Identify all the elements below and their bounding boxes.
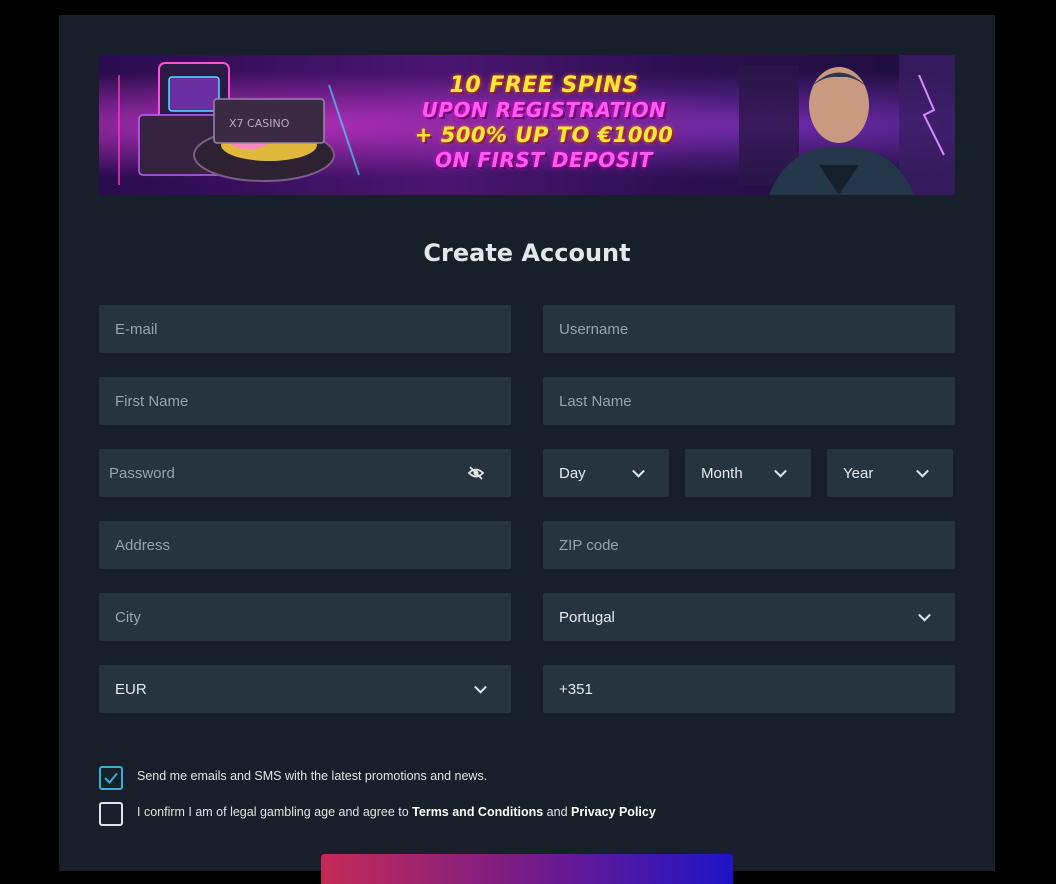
email-field[interactable]: E-mail xyxy=(99,305,511,353)
terms-middle: and xyxy=(543,805,572,819)
address-field[interactable]: Address xyxy=(99,521,511,569)
city-field[interactable]: City xyxy=(99,593,511,641)
last-name-field[interactable]: Last Name xyxy=(543,377,955,425)
chevron-down-icon xyxy=(916,464,929,478)
last-name-placeholder: Last Name xyxy=(559,392,632,410)
dob-month-label: Month xyxy=(701,464,743,482)
dob-month-select[interactable]: Month xyxy=(685,449,811,497)
email-placeholder: E-mail xyxy=(115,320,158,338)
logo-text: X7 CASINO xyxy=(229,117,290,130)
chevron-down-icon xyxy=(918,608,931,622)
password-placeholder: Password xyxy=(109,464,175,482)
phone-field[interactable]: +351 xyxy=(543,665,955,713)
banner-line-1: 10 FREE SPINS xyxy=(449,73,639,98)
dob-year-label: Year xyxy=(843,464,874,482)
dob-year-select[interactable]: Year xyxy=(827,449,953,497)
terms-consent-label: I confirm I am of legal gambling age and… xyxy=(137,805,656,819)
zip-placeholder: ZIP code xyxy=(559,536,619,554)
currency-value: EUR xyxy=(115,680,147,698)
country-select[interactable]: Portugal xyxy=(543,593,955,641)
chevron-down-icon xyxy=(774,464,787,478)
promo-checkbox[interactable] xyxy=(99,766,123,790)
chevron-down-icon xyxy=(474,680,487,694)
promo-banner[interactable]: X7 CASINO 10 FREE SPINS UPON REGISTRATIO… xyxy=(99,55,955,195)
banner-line-4: ON FIRST DEPOSIT xyxy=(435,148,653,172)
check-icon xyxy=(104,772,118,784)
page-title: Create Account xyxy=(423,239,631,267)
banner-line-3: + 500% UP TO €1000 xyxy=(414,123,674,147)
banner-headline: 10 FREE SPINS UPON REGISTRATION + 500% U… xyxy=(399,73,689,173)
currency-select[interactable]: EUR xyxy=(99,665,511,713)
create-account-button[interactable] xyxy=(321,854,733,884)
banner-line-2: UPON REGISTRATION xyxy=(421,98,667,122)
address-placeholder: Address xyxy=(115,536,171,554)
dob-day-select[interactable]: Day xyxy=(543,449,669,497)
first-name-field[interactable]: First Name xyxy=(99,377,511,425)
chevron-down-icon xyxy=(632,464,645,478)
phone-prefix: +351 xyxy=(559,680,593,698)
password-field[interactable]: Password xyxy=(99,449,511,497)
eye-off-icon[interactable] xyxy=(467,464,485,486)
terms-checkbox[interactable] xyxy=(99,802,123,826)
dob-day-label: Day xyxy=(559,464,586,482)
promo-consent-label: Send me emails and SMS with the latest p… xyxy=(137,769,488,783)
terms-link[interactable]: Terms and Conditions xyxy=(412,805,543,819)
city-placeholder: City xyxy=(115,608,141,626)
username-placeholder: Username xyxy=(559,320,629,338)
terms-prefix: I confirm I am of legal gambling age and… xyxy=(137,805,413,819)
zip-field[interactable]: ZIP code xyxy=(543,521,955,569)
registration-panel: X7 CASINO 10 FREE SPINS UPON REGISTRATIO… xyxy=(59,15,995,884)
first-name-placeholder: First Name xyxy=(115,392,189,410)
username-field[interactable]: Username xyxy=(543,305,955,353)
privacy-link[interactable]: Privacy Policy xyxy=(571,805,656,819)
country-value: Portugal xyxy=(559,608,615,626)
